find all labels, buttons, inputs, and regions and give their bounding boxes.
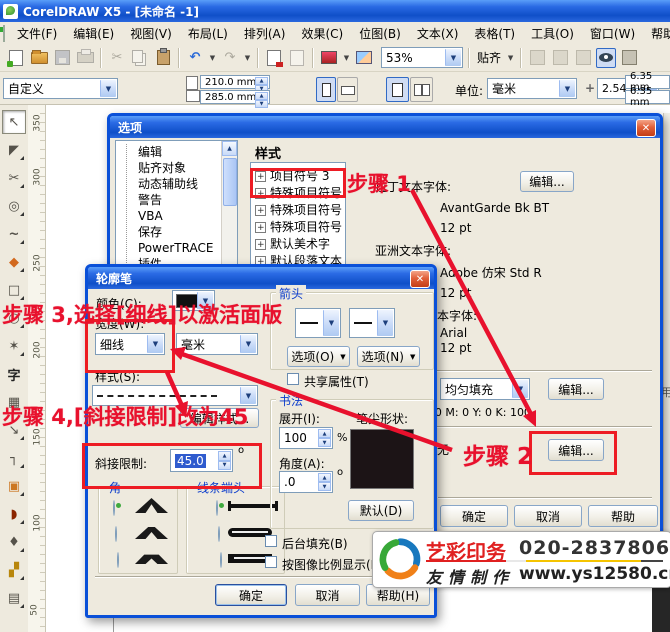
watermark-phone: 020-28378065 <box>519 537 670 559</box>
watermark-divider <box>426 560 663 562</box>
arrow-step1-to-step2 <box>412 190 532 416</box>
annotation-step2: 步骤 2 <box>463 437 533 471</box>
watermark-tagline: 友情制作 <box>426 564 514 588</box>
yicai-logo-icon <box>377 536 423 582</box>
annotation-step1: 步骤 1 <box>347 168 411 198</box>
coreldraw-window: CorelDRAW X5 - [未命名 -1] 文件(F) 编辑(E) 视图(V… <box>0 0 670 632</box>
annotation-step4: 步骤 4,[斜接限制]改为45 <box>2 401 248 431</box>
annotation-step3: 步骤 3,选择[细线]以激活面版 <box>2 299 282 329</box>
watermark-url: www.ys12580.cn <box>519 564 670 584</box>
watermark: 艺彩印务 020-28378065 友情制作 www.ys12580.cn <box>372 531 670 588</box>
